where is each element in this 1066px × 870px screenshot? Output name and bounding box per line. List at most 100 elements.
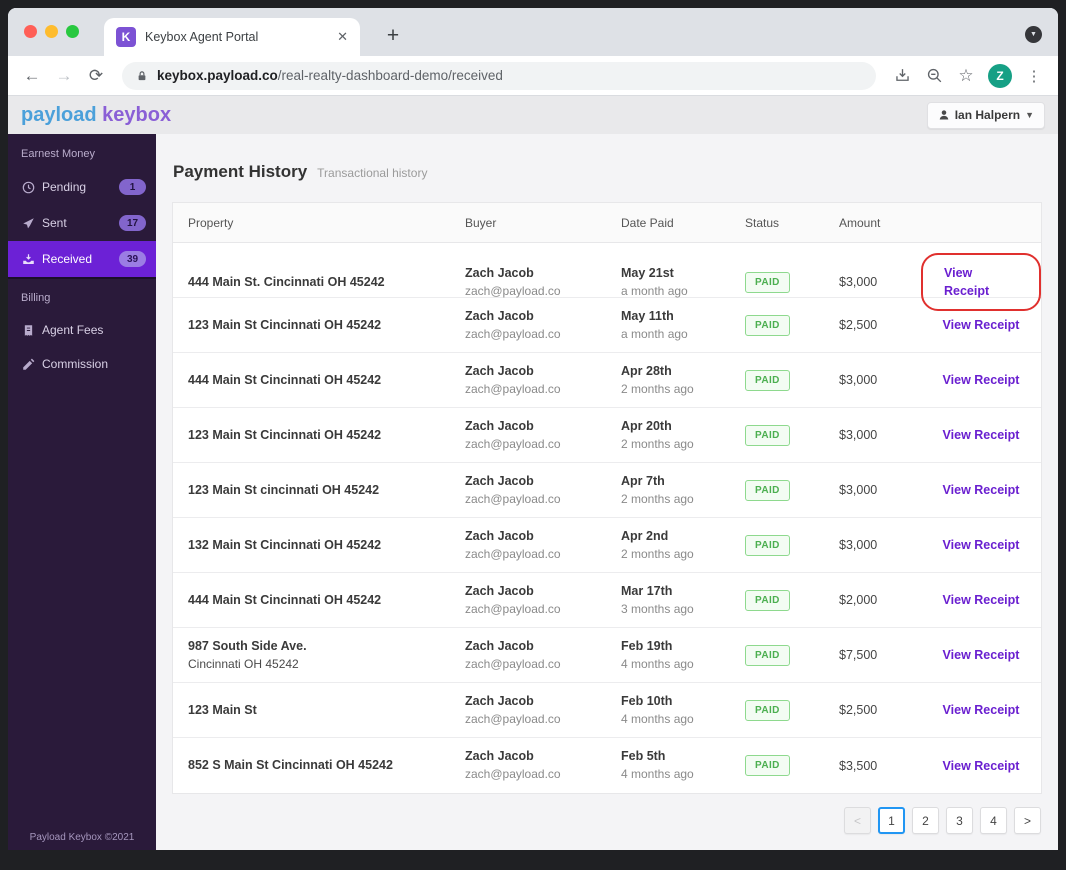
pagination-page-2[interactable]: 2 [912,807,939,834]
buyer-cell: Zach Jacob zach@payload.co [465,363,621,397]
status-cell: PAID [745,644,839,666]
browser-profile-avatar[interactable]: Z [988,63,1012,88]
status-cell: PAID [745,534,839,556]
pagination-next-button[interactable]: > [1014,807,1041,834]
buyer-cell: Zach Jacob zach@payload.co [465,265,621,299]
browser-tab[interactable]: K Keybox Agent Portal ✕ [104,18,360,56]
pagination-page-3[interactable]: 3 [946,807,973,834]
status-badge: PAID [745,589,790,611]
sidebar-item-label: Agent Fees [42,323,104,337]
browser-menu-icon[interactable]: ⋮ [1020,67,1048,85]
page-subtitle: Transactional history [317,166,428,180]
reload-button[interactable]: ⟳ [82,66,110,86]
property-address: 123 Main St Cincinnati OH 45242 [188,317,382,332]
column-header-buyer: Buyer [465,215,497,230]
keybox-favicon-icon: K [116,27,136,47]
date-paid: May 21st [621,265,674,280]
action-cell: View Receipt [921,648,1041,662]
view-receipt-link[interactable]: View Receipt [943,759,1020,773]
property-address: 123 Main St Cincinnati OH 45242 [188,427,382,442]
buyer-cell: Zach Jacob zach@payload.co [465,638,621,672]
user-menu-button[interactable]: Ian Halpern ▼ [926,101,1045,129]
view-receipt-link[interactable]: View Receipt [943,318,1020,332]
date-relative: 2 months ago [621,381,694,396]
status-cell: PAID [745,589,839,611]
forward-button[interactable]: → [50,66,78,86]
action-cell: View Receipt [921,593,1041,607]
buyer-name: Zach Jacob [465,364,534,378]
sidebar-item-received[interactable]: Received 39 [8,241,156,277]
download-icon[interactable] [888,66,916,85]
property-cell: 123 Main St Cincinnati OH 45242 [188,317,465,334]
view-receipt-link[interactable]: View Receipt [943,593,1020,607]
buyer-email: zach@payload.co [465,283,561,298]
buyer-email: zach@payload.co [465,491,561,506]
buyer-cell: Zach Jacob zach@payload.co [465,693,621,727]
view-receipt-link[interactable]: View Receipt [943,703,1020,717]
table-header-row: Property Buyer Date Paid Status Amount [173,203,1041,243]
status-badge: PAID [745,755,790,776]
close-window-button[interactable] [24,25,37,38]
view-receipt-link[interactable]: View Receipt [943,538,1020,552]
view-receipt-link[interactable]: View Receipt [944,266,989,298]
amount-cell: $3,000 [839,428,878,443]
amount-cell: $7,500 [839,648,878,663]
url-text: keybox.payload.co/real-realty-dashboard-… [157,68,503,83]
date-paid: Apr 28th [621,364,672,378]
new-tab-button[interactable]: + [380,24,406,48]
date-paid-cell: Mar 17th 3 months ago [621,583,745,617]
zoom-out-icon[interactable] [920,66,948,85]
property-address: 444 Main St. Cincinnati OH 45242 [188,274,385,289]
buyer-name: Zach Jacob [465,694,534,708]
buyer-email: zach@payload.co [465,326,561,341]
lock-icon [136,70,148,82]
status-cell: PAID [745,369,839,391]
pagination-page-1[interactable]: 1 [878,807,905,834]
inbox-download-icon [22,253,35,266]
sidebar-item-sent[interactable]: Sent 17 [8,205,156,241]
date-relative: 2 months ago [621,491,694,506]
sidebar-item-commission[interactable]: Commission [8,347,156,381]
tab-search-icon[interactable]: ▼ [1025,26,1042,43]
action-cell: View Receipt [921,483,1041,497]
sidebar-section-label: Earnest Money [21,148,95,160]
property-address: 444 Main St Cincinnati OH 45242 [188,372,382,387]
sidebar: Earnest Money Pending 1 Sent 17 Received 39 Bil… [8,134,156,850]
property-address-line2: Cincinnati OH 45242 [188,656,299,671]
table-row: 444 Main St. Cincinnati OH 45242 Zach Jac… [173,243,1041,311]
sidebar-section-earnest-money: Earnest Money Pending 1 Sent 17 Received 39 [8,134,156,277]
page-title-row: Payment History Transactional history [173,162,1042,182]
view-receipt-link[interactable]: View Receipt [943,483,1020,497]
pagination-prev-button[interactable]: < [844,807,871,834]
main-content: Payment History Transactional history Pr… [156,134,1058,850]
view-receipt-link[interactable]: View Receipt [943,428,1020,442]
view-receipt-link[interactable]: View Receipt [943,373,1020,387]
date-relative: 4 months ago [621,711,694,726]
user-name: Ian Halpern [954,108,1021,122]
page-title: Payment History [173,162,308,181]
browser-tab-strip: K Keybox Agent Portal ✕ + ▼ [8,8,1058,56]
back-button[interactable]: ← [18,66,46,86]
brand-logo: payload keybox [21,104,171,127]
property-cell: 123 Main St [188,702,465,719]
sidebar-item-pending[interactable]: Pending 1 [8,169,156,205]
date-paid-cell: Feb 19th 4 months ago [621,638,745,672]
bookmark-star-icon[interactable]: ☆ [952,66,980,86]
sidebar-section-label: Billing [8,277,156,313]
table-row: 444 Main St Cincinnati OH 45242 Zach Jaco… [173,353,1041,408]
tab-close-icon[interactable]: ✕ [337,29,348,45]
sidebar-item-agent-fees[interactable]: Agent Fees [8,313,156,347]
buyer-email: zach@payload.co [465,656,561,671]
status-badge: PAID [745,424,790,446]
view-receipt-link[interactable]: View Receipt [943,648,1020,662]
pagination-page-4[interactable]: 4 [980,807,1007,834]
minimize-window-button[interactable] [45,25,58,38]
zoom-window-button[interactable] [66,25,79,38]
table-row: 852 S Main St Cincinnati OH 45242 Zach Ja… [173,738,1041,793]
address-bar[interactable]: keybox.payload.co/real-realty-dashboard-… [122,61,876,90]
table-row: 123 Main St Cincinnati OH 45242 Zach Jaco… [173,298,1041,353]
app-header: payload keybox Ian Halpern ▼ [8,96,1058,134]
buyer-cell: Zach Jacob zach@payload.co [465,528,621,562]
browser-window: K Keybox Agent Portal ✕ + ▼ ← → ⟳ keybox… [8,8,1058,850]
chevron-down-icon: ▼ [1025,110,1034,120]
